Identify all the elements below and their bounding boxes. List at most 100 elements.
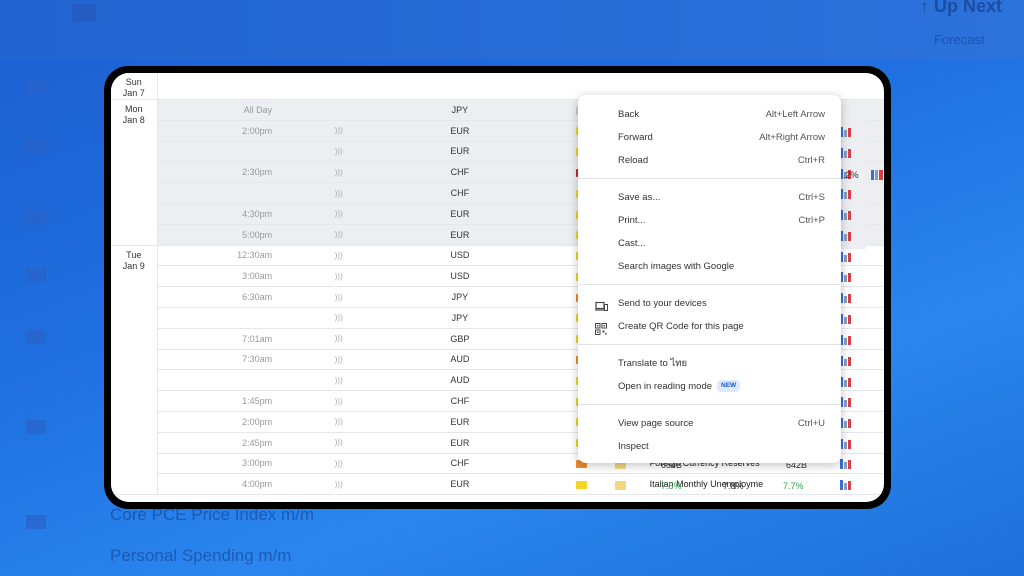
chart-icon[interactable]: [840, 127, 851, 137]
menu-item-label: Forward: [618, 132, 653, 143]
menu-item-print[interactable]: Print... Ctrl+P: [578, 209, 841, 232]
menu-item-cast[interactable]: Cast...: [578, 232, 841, 255]
chart-icon[interactable]: [840, 314, 851, 324]
alert-bell-icon[interactable]: ))): [278, 369, 400, 392]
alert-bell-icon[interactable]: ))): [278, 203, 400, 225]
impact-folder-icon[interactable]: [575, 480, 587, 489]
background-icon: [26, 80, 46, 94]
menu-item-label: Reload: [618, 155, 649, 166]
chart-icon[interactable]: [840, 418, 851, 428]
date-number: Jan 9: [122, 260, 145, 271]
chart-icon[interactable]: [840, 397, 851, 407]
menu-item-translate-to[interactable]: Translate to ไทย: [578, 352, 841, 375]
menu-item-send-to-your-devices[interactable]: Send to your devices: [578, 292, 841, 315]
chart-icon-bar: [848, 149, 851, 158]
alert-bell-icon[interactable]: [278, 99, 400, 121]
event-time: 2:00pm: [157, 411, 279, 433]
alert-bell-icon[interactable]: ))): [278, 473, 400, 496]
event-time: 3:00am: [157, 265, 279, 288]
event-time: [157, 141, 279, 163]
alert-bell-icon[interactable]: ))): [278, 224, 400, 246]
cpi-value-partial: .2%: [843, 170, 859, 180]
menu-item-label: Inspect: [618, 441, 649, 452]
alert-bell-icon[interactable]: ))): [278, 286, 400, 308]
menu-item-view-page-source[interactable]: View page source Ctrl+U: [578, 412, 841, 435]
menu-item-save-as[interactable]: Save as... Ctrl+S: [578, 186, 841, 209]
menu-item-shortcut: Ctrl+S: [798, 192, 825, 203]
event-time: 7:30am: [157, 349, 279, 371]
chart-icon-bar: [844, 255, 847, 262]
alert-bell-icon[interactable]: ))): [278, 161, 400, 184]
unemp-forecast: 7.8%: [723, 481, 744, 491]
chart-icon[interactable]: [840, 377, 851, 387]
chart-icon[interactable]: [840, 480, 851, 490]
browser-context-menu: Back Alt+Left Arrow Forward Alt+Right Arrow…: [578, 95, 841, 463]
event-time: All Day: [157, 99, 279, 121]
event-currency: JPY: [399, 286, 521, 308]
event-time: 1:45pm: [157, 390, 279, 412]
event-title[interactable]: Italian Monthly Unemployment Rate: [641, 473, 763, 496]
alert-bell-icon[interactable]: ))): [278, 141, 400, 163]
menu-item-back[interactable]: Back Alt+Left Arrow: [578, 103, 841, 126]
alert-bell-icon[interactable]: ))): [278, 390, 400, 412]
menu-item-shortcut: Alt+Left Arrow: [765, 109, 825, 120]
chart-icon[interactable]: [840, 335, 851, 345]
menu-item-open-in-reading-mode[interactable]: Open in reading mode NEW: [578, 375, 841, 398]
event-time: [157, 307, 279, 329]
chart-icon-bar: [844, 130, 847, 137]
menu-item-forward[interactable]: Forward Alt+Right Arrow: [578, 126, 841, 149]
event-time: 3:00pm: [157, 453, 279, 475]
background-row-personal-spending: Personal Spending m/m: [110, 546, 292, 565]
event-currency: GBP: [399, 328, 521, 350]
chart-icon-bar: [848, 398, 851, 407]
chart-icon[interactable]: [840, 189, 851, 199]
alert-bell-icon[interactable]: ))): [278, 182, 400, 204]
chart-icon[interactable]: [840, 272, 851, 282]
alert-bell-icon[interactable]: ))): [278, 349, 400, 371]
alert-bell-icon[interactable]: ))): [278, 120, 400, 142]
alert-bell-icon[interactable]: ))): [278, 432, 400, 454]
menu-item-search-images-with-google[interactable]: Search images with Google: [578, 255, 841, 278]
event-time: 2:30pm: [157, 161, 279, 184]
alert-bell-icon[interactable]: ))): [278, 453, 400, 475]
event-currency: EUR: [399, 473, 521, 496]
folder-icon[interactable]: [615, 481, 626, 490]
date-day: Mon: [124, 104, 143, 114]
background-icon: [26, 210, 46, 224]
alert-bell-icon[interactable]: ))): [278, 411, 400, 433]
menu-item-create-qr-code-for-this-page[interactable]: Create QR Code for this page: [578, 315, 841, 338]
menu-item-reload[interactable]: Reload Ctrl+R: [578, 149, 841, 172]
menu-item-label: Cast...: [618, 238, 646, 249]
event-time: 2:45pm: [157, 432, 279, 454]
alert-bell-icon[interactable]: ))): [278, 245, 400, 267]
chart-icon[interactable]: [840, 356, 851, 366]
alert-bell-icon[interactable]: ))): [278, 307, 400, 329]
alert-bell-icon[interactable]: ))): [278, 328, 400, 350]
background-forecast-header: Forecast: [934, 32, 985, 47]
date-day: Tue: [126, 249, 142, 260]
chart-icon[interactable]: [840, 459, 851, 469]
event-currency: EUR: [399, 203, 521, 225]
chart-icon[interactable]: [840, 293, 851, 303]
chart-icon-bar: [844, 192, 847, 199]
chart-icon[interactable]: [840, 210, 851, 220]
background-icon: [26, 140, 46, 154]
chart-icon-bar: [844, 359, 847, 366]
chart-icon-bar: [848, 294, 851, 303]
chart-icon[interactable]: [840, 439, 851, 449]
menu-item-label: Search images with Google: [618, 261, 735, 272]
event-time: 2:00pm: [157, 120, 279, 142]
chart-icon[interactable]: [840, 252, 851, 262]
table-row[interactable]: 4:00pm)))EUR Italian Monthly Unemployment…: [111, 473, 884, 496]
event-currency: CHF: [399, 182, 521, 204]
event-time: 7:01am: [157, 328, 279, 350]
menu-item-inspect[interactable]: Inspect: [578, 435, 841, 458]
chart-icon[interactable]: [840, 148, 851, 158]
alert-bell-icon[interactable]: ))): [278, 265, 400, 288]
chart-icon-bar: [848, 211, 851, 220]
chart-icon[interactable]: [840, 231, 851, 241]
chart-icon-bar: [844, 213, 847, 220]
chart-icon-bar: [844, 483, 847, 490]
chart-icon[interactable]: [871, 170, 883, 180]
chart-icon-bar: [848, 128, 851, 137]
